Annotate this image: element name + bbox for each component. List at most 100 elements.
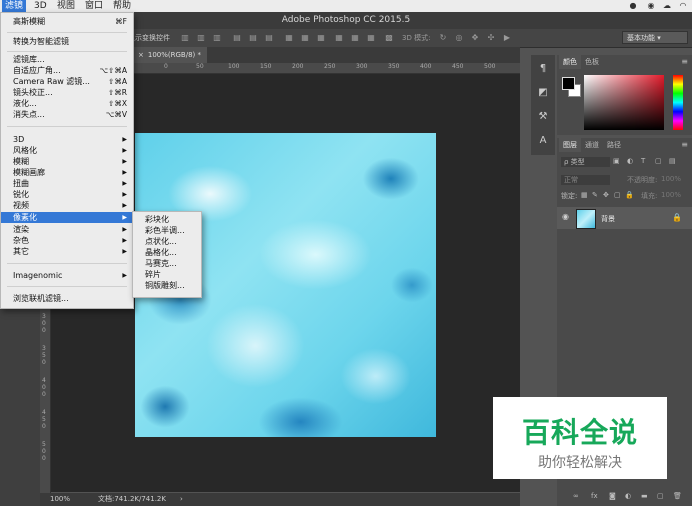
tab-channels[interactable]: 通道 bbox=[581, 138, 603, 152]
auto-align-icon[interactable]: ▩ bbox=[384, 33, 394, 42]
link-layers-icon[interactable]: ∞ bbox=[573, 492, 579, 500]
submenu-item-fragment[interactable]: 碎片 bbox=[133, 269, 201, 280]
menu-item-browse-online-filters[interactable]: 浏览联机滤镜... bbox=[1, 293, 133, 304]
3d-roll-icon[interactable]: ◎ bbox=[454, 33, 464, 42]
align-bottom-icon[interactable]: ▥ bbox=[212, 33, 222, 42]
distribute-top-icon[interactable]: ▦ bbox=[284, 33, 294, 42]
filter-pixel-icon[interactable]: ▣ bbox=[613, 157, 620, 165]
menu-item-stylize[interactable]: 风格化 ▶ bbox=[1, 145, 133, 156]
menu-item-pixelate[interactable]: 像素化 ▶ bbox=[1, 212, 133, 223]
submenu-item-color-halftone[interactable]: 彩色半调... bbox=[133, 225, 201, 236]
paragraph-icon[interactable]: ¶ bbox=[537, 63, 549, 75]
new-layer-icon[interactable]: ▢ bbox=[657, 492, 664, 500]
menu-item-filter-gallery[interactable]: 滤镜库... bbox=[1, 54, 133, 65]
document-tab[interactable]: × 100%(RGB/8) * bbox=[132, 47, 207, 63]
character-icon[interactable]: A bbox=[537, 135, 549, 147]
menu-item-blur[interactable]: 模糊 ▶ bbox=[1, 156, 133, 167]
filter-adjust-icon[interactable]: ◐ bbox=[627, 157, 633, 165]
menu-item-other[interactable]: 其它 ▶ bbox=[1, 246, 133, 257]
distribute-left-icon[interactable]: ▦ bbox=[334, 33, 344, 42]
blend-mode-select[interactable]: 正常 bbox=[561, 175, 610, 185]
menu-window[interactable]: 窗口 bbox=[82, 0, 106, 12]
3d-scale-icon[interactable]: ▶ bbox=[502, 33, 512, 42]
tab-color[interactable]: 颜色 bbox=[559, 55, 581, 69]
lock-artboard-icon[interactable]: ▢ bbox=[614, 191, 621, 199]
menu-item-adaptive-wide-angle[interactable]: 自适应广角... ⌥⇧⌘A bbox=[1, 65, 133, 76]
cloud-icon[interactable]: ☁ bbox=[662, 1, 672, 11]
submenu-item-mezzotint[interactable]: 铜版雕刻... bbox=[133, 280, 201, 291]
menu-filter[interactable]: 滤镜 bbox=[2, 0, 27, 12]
layer-name[interactable]: 背景 bbox=[601, 214, 615, 224]
submenu-item-facet[interactable]: 彩块化 bbox=[133, 214, 201, 225]
distribute-right-icon[interactable]: ▦ bbox=[366, 33, 376, 42]
filter-smart-icon[interactable]: ▤ bbox=[669, 157, 676, 165]
color-field[interactable] bbox=[584, 75, 664, 130]
new-group-icon[interactable]: ▬ bbox=[641, 492, 648, 500]
menu-item-gaussian-blur[interactable]: 高斯模糊 ⌘F bbox=[1, 16, 133, 27]
menu-item-liquify[interactable]: 液化... ⇧⌘X bbox=[1, 98, 133, 109]
menu-item-render[interactable]: 渲染 ▶ bbox=[1, 224, 133, 235]
menu-item-convert-smart-filter[interactable]: 转换为智能滤镜 bbox=[1, 36, 133, 47]
chevron-right-icon[interactable]: › bbox=[180, 493, 183, 506]
distribute-hcenter-icon[interactable]: ▦ bbox=[350, 33, 360, 42]
adjust-icon[interactable]: ◩ bbox=[537, 87, 549, 99]
visibility-eye-icon[interactable]: ◉ bbox=[562, 212, 569, 221]
menu-item-3d[interactable]: 3D ▶ bbox=[1, 134, 133, 145]
user-icon[interactable]: ● bbox=[628, 1, 638, 11]
filter-type-icon[interactable]: T bbox=[641, 157, 645, 165]
tab-paths[interactable]: 路径 bbox=[603, 138, 625, 152]
fx-icon[interactable]: fx bbox=[591, 492, 598, 500]
lock-paint-icon[interactable]: ✎ bbox=[592, 191, 598, 199]
opacity-value[interactable]: 100% bbox=[661, 175, 681, 183]
menu-3d[interactable]: 3D bbox=[31, 0, 50, 12]
align-left-icon[interactable]: ▤ bbox=[232, 33, 242, 42]
show-transform-controls-label[interactable]: 显示变换控件 bbox=[128, 33, 170, 43]
hue-slider[interactable] bbox=[673, 75, 683, 130]
adjustment-layer-icon[interactable]: ◐ bbox=[625, 492, 631, 500]
tab-swatches[interactable]: 色板 bbox=[581, 55, 603, 69]
distribute-vcenter-icon[interactable]: ▦ bbox=[300, 33, 310, 42]
submenu-item-crystallize[interactable]: 晶格化... bbox=[133, 247, 201, 258]
tab-layers[interactable]: 图层 bbox=[559, 138, 581, 152]
tab-close-icon[interactable]: × bbox=[138, 51, 144, 59]
align-right-icon[interactable]: ▤ bbox=[264, 33, 274, 42]
menu-item-sharpen[interactable]: 锐化 ▶ bbox=[1, 189, 133, 200]
menu-item-distort[interactable]: 扭曲 ▶ bbox=[1, 178, 133, 189]
3d-drag-icon[interactable]: ✥ bbox=[470, 33, 480, 42]
add-mask-icon[interactable]: ◙ bbox=[609, 492, 616, 500]
lock-all-icon[interactable]: 🔒 bbox=[625, 191, 634, 199]
foreground-color-swatch[interactable] bbox=[562, 77, 575, 90]
workspace-select[interactable]: 基本功能 ▾ bbox=[622, 31, 688, 44]
lock-transparent-icon[interactable]: ▦ bbox=[581, 191, 588, 199]
3d-rotate-icon[interactable]: ↻ bbox=[438, 33, 448, 42]
submenu-item-mosaic[interactable]: 马赛克... bbox=[133, 258, 201, 269]
document-info[interactable]: 文档:741.2K/741.2K bbox=[98, 493, 166, 506]
zoom-level[interactable]: 100% bbox=[50, 493, 70, 506]
tool-presets-icon[interactable]: ⚒ bbox=[537, 111, 549, 123]
panel-menu-icon[interactable]: ≡ bbox=[681, 57, 688, 66]
layer-filter-kind[interactable]: ρ 类型 bbox=[561, 157, 610, 167]
filter-shape-icon[interactable]: ▢ bbox=[655, 157, 662, 165]
menu-item-blur-gallery[interactable]: 模糊画廊 ▶ bbox=[1, 167, 133, 178]
3d-slide-icon[interactable]: ✣ bbox=[486, 33, 496, 42]
align-vcenter-icon[interactable]: ▥ bbox=[196, 33, 206, 42]
menu-item-vanishing-point[interactable]: 消失点... ⌥⌘V bbox=[1, 109, 133, 120]
wifi-icon[interactable]: ◠ bbox=[678, 1, 688, 11]
status-icon[interactable]: ◉ bbox=[646, 1, 656, 11]
layer-row-background[interactable]: ◉ 背景 🔒 bbox=[557, 207, 692, 229]
align-top-icon[interactable]: ▥ bbox=[180, 33, 190, 42]
menu-item-lens-correction[interactable]: 镜头校正... ⇧⌘R bbox=[1, 87, 133, 98]
trash-icon[interactable]: 🗑 bbox=[673, 492, 682, 500]
lock-move-icon[interactable]: ✥ bbox=[603, 191, 609, 199]
fill-value[interactable]: 100% bbox=[661, 191, 681, 199]
distribute-bottom-icon[interactable]: ▦ bbox=[316, 33, 326, 42]
align-hcenter-icon[interactable]: ▤ bbox=[248, 33, 258, 42]
menu-item-noise[interactable]: 杂色 ▶ bbox=[1, 235, 133, 246]
menu-help[interactable]: 帮助 bbox=[110, 0, 134, 12]
submenu-item-pointillize[interactable]: 点状化... bbox=[133, 236, 201, 247]
menu-item-imagenomic[interactable]: Imagenomic ▶ bbox=[1, 270, 133, 281]
menu-item-camera-raw[interactable]: Camera Raw 滤镜... ⇧⌘A bbox=[1, 76, 133, 87]
menu-item-video[interactable]: 视频 ▶ bbox=[1, 200, 133, 211]
menu-view[interactable]: 视图 bbox=[54, 0, 78, 12]
panel-menu-icon[interactable]: ≡ bbox=[681, 140, 688, 149]
